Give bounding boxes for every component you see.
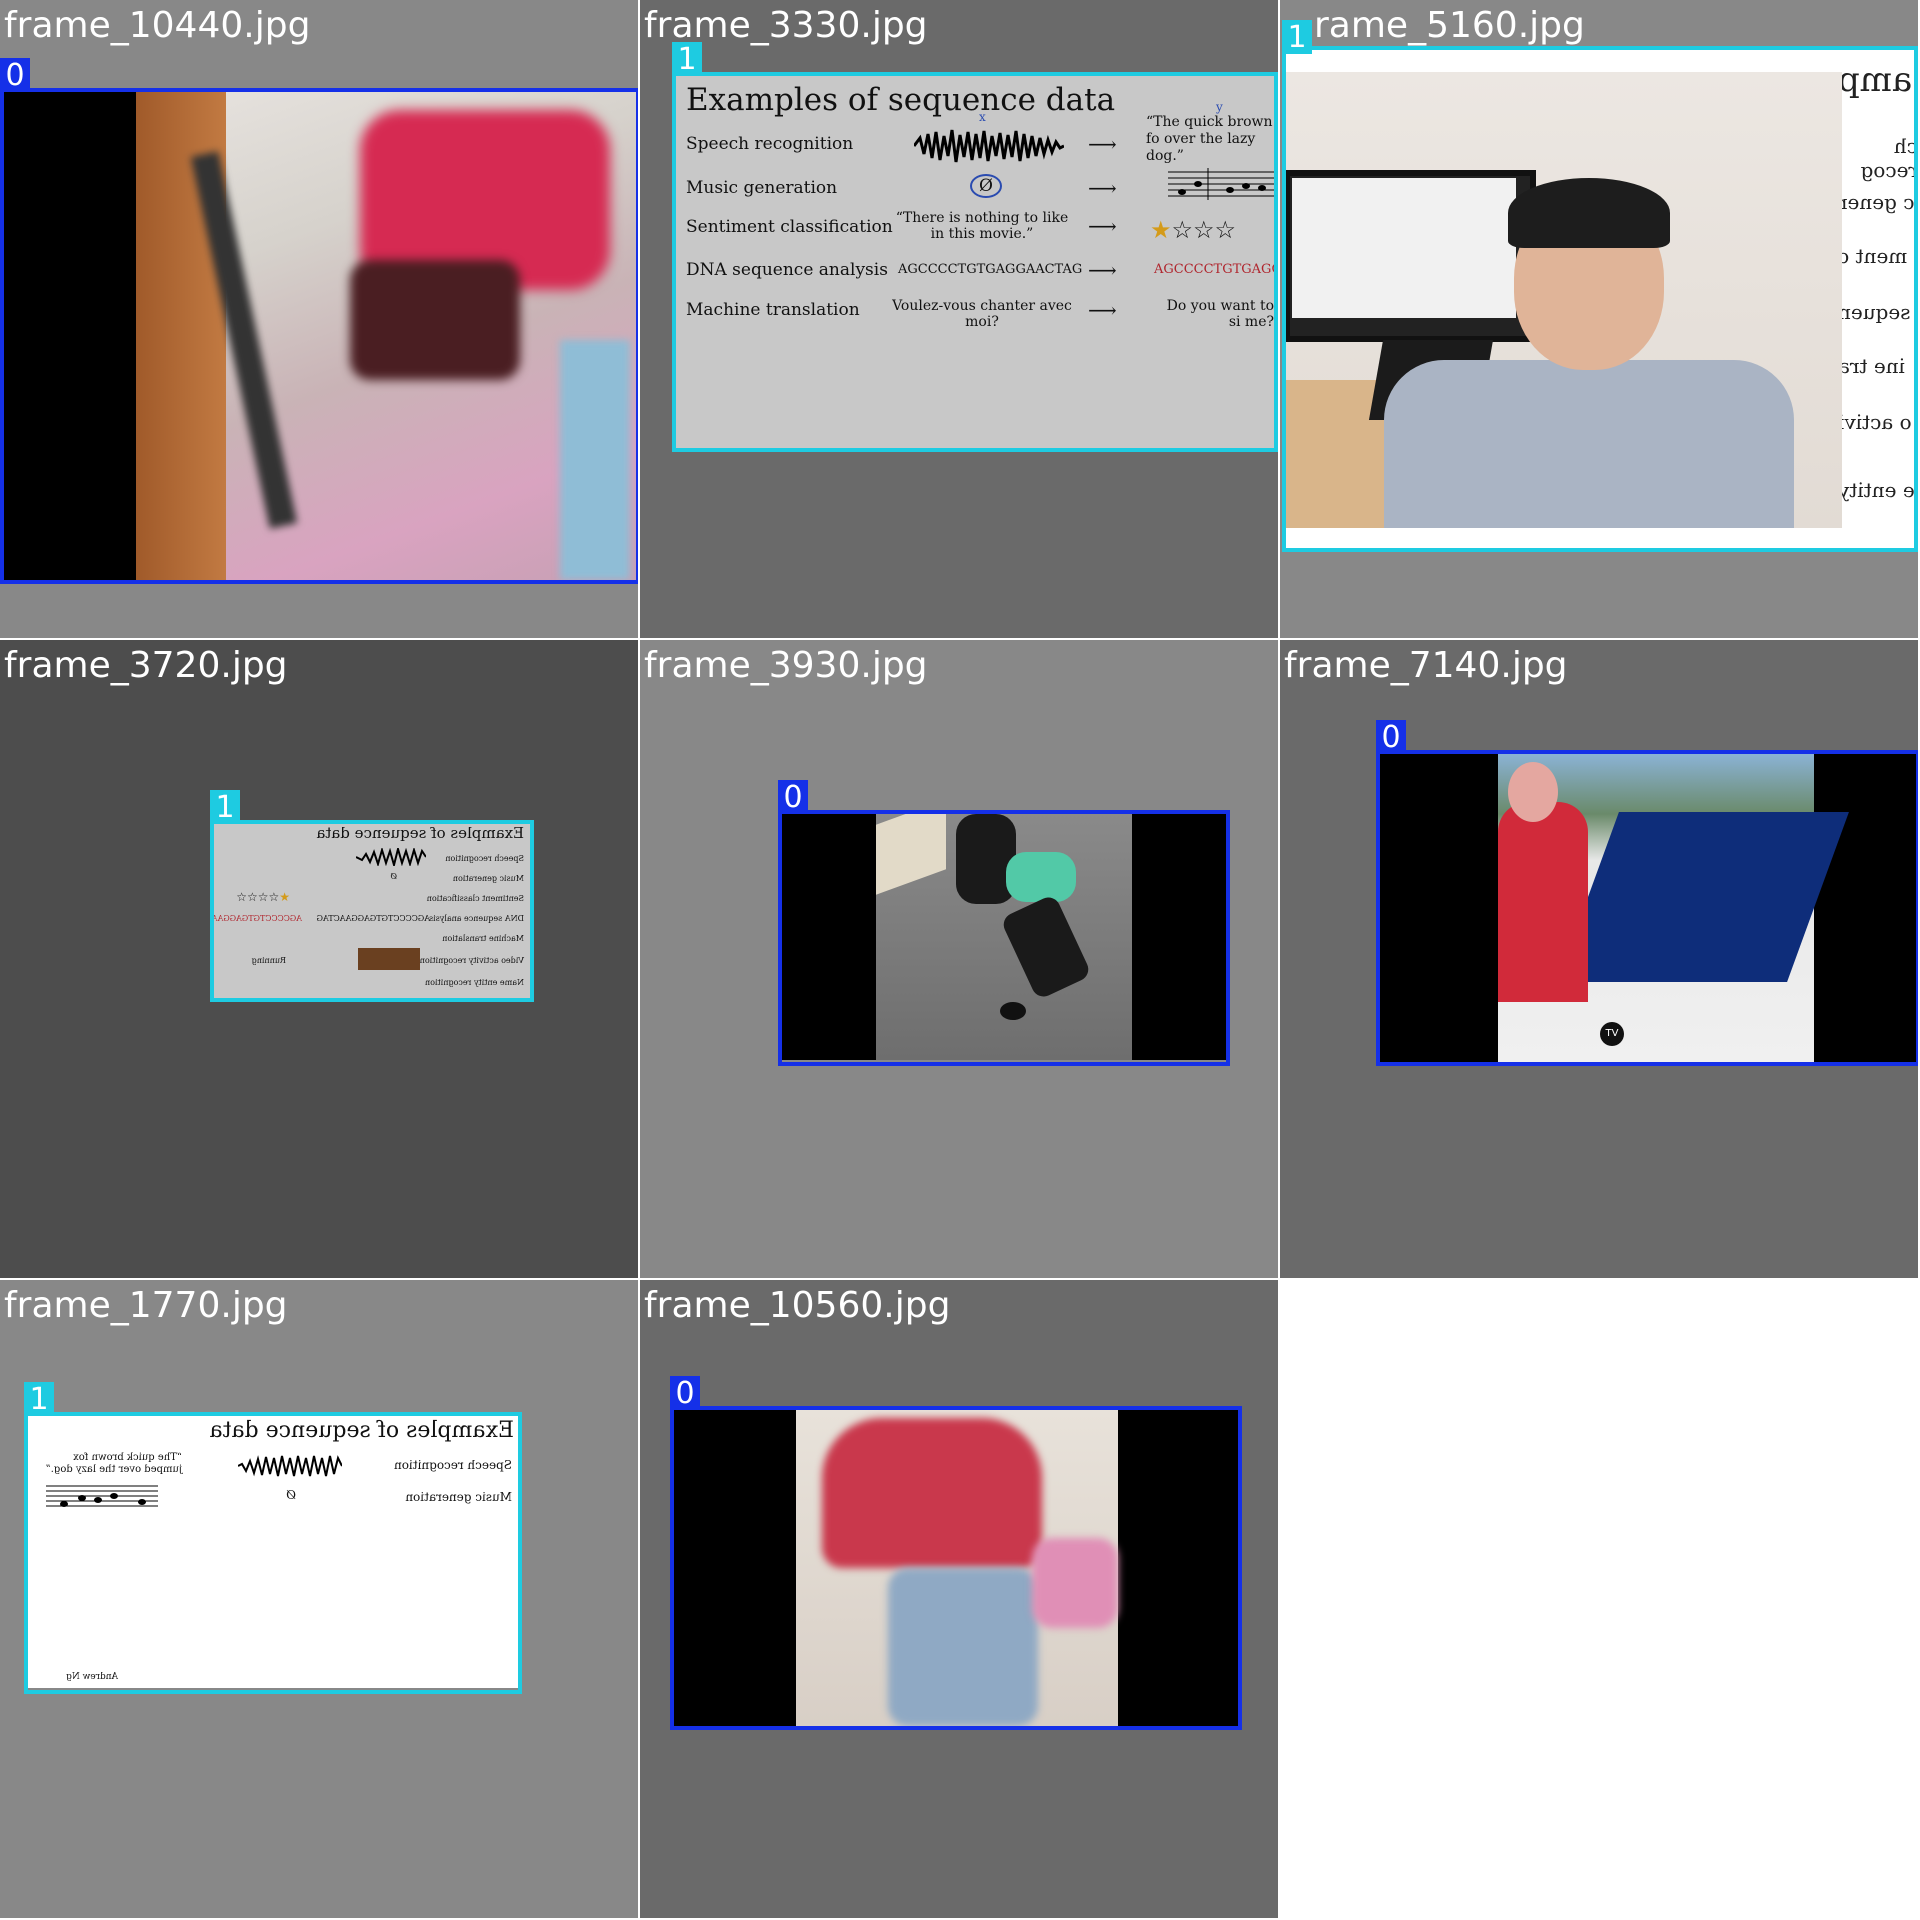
cell-title: rame_5160.jpg bbox=[1314, 5, 1585, 46]
cell-title: frame_3930.jpg bbox=[644, 645, 928, 686]
grid-cell[interactable]: frame_3720.jpg Examples of sequence data… bbox=[0, 640, 638, 1278]
detection-box: 0 bbox=[670, 1376, 1242, 1730]
class-label: 1 bbox=[24, 1382, 54, 1417]
grid-cell[interactable]: frame_1770.jpg Examples of sequence data… bbox=[0, 1280, 638, 1918]
grid-cell[interactable]: frame_7140.jpg TV 0 bbox=[1280, 640, 1918, 1278]
class-label: 1 bbox=[210, 790, 240, 825]
grid-cell[interactable]: frame_10440.jpg 0 bbox=[0, 0, 638, 638]
detection-box: 0 bbox=[1376, 720, 1918, 1066]
cell-title: frame_1770.jpg bbox=[4, 1285, 288, 1326]
detection-box: 1 bbox=[672, 42, 1278, 452]
class-label: 0 bbox=[778, 780, 808, 815]
cell-title: frame_7140.jpg bbox=[1284, 645, 1568, 686]
detection-box: 0 bbox=[778, 780, 1230, 1066]
grid-cell[interactable]: frame_3930.jpg 0 bbox=[640, 640, 1278, 1278]
detection-box: 1 bbox=[24, 1382, 522, 1694]
grid-cell[interactable]: frame_3330.jpg Examples of sequence data… bbox=[640, 0, 1278, 638]
detection-box: 1 bbox=[210, 790, 534, 1002]
class-label: 1 bbox=[672, 42, 702, 77]
image-grid: frame_10440.jpg 0 frame_3330.jpg Example… bbox=[0, 0, 1920, 1920]
class-label: 0 bbox=[0, 58, 30, 93]
grid-cell[interactable]: rame_5160.jpg amp ch recog c gener ment … bbox=[1280, 0, 1918, 638]
grid-cell[interactable]: frame_10560.jpg 0 bbox=[640, 1280, 1278, 1918]
class-label: 1 bbox=[1282, 20, 1312, 55]
detection-box: 0 bbox=[0, 58, 638, 584]
class-label: 0 bbox=[1376, 720, 1406, 755]
cell-title: frame_10440.jpg bbox=[4, 5, 311, 46]
class-label: 0 bbox=[670, 1376, 700, 1411]
cell-title: frame_10560.jpg bbox=[644, 1285, 951, 1326]
detection-box: 1 bbox=[1282, 20, 1918, 552]
cell-title: frame_3720.jpg bbox=[4, 645, 288, 686]
